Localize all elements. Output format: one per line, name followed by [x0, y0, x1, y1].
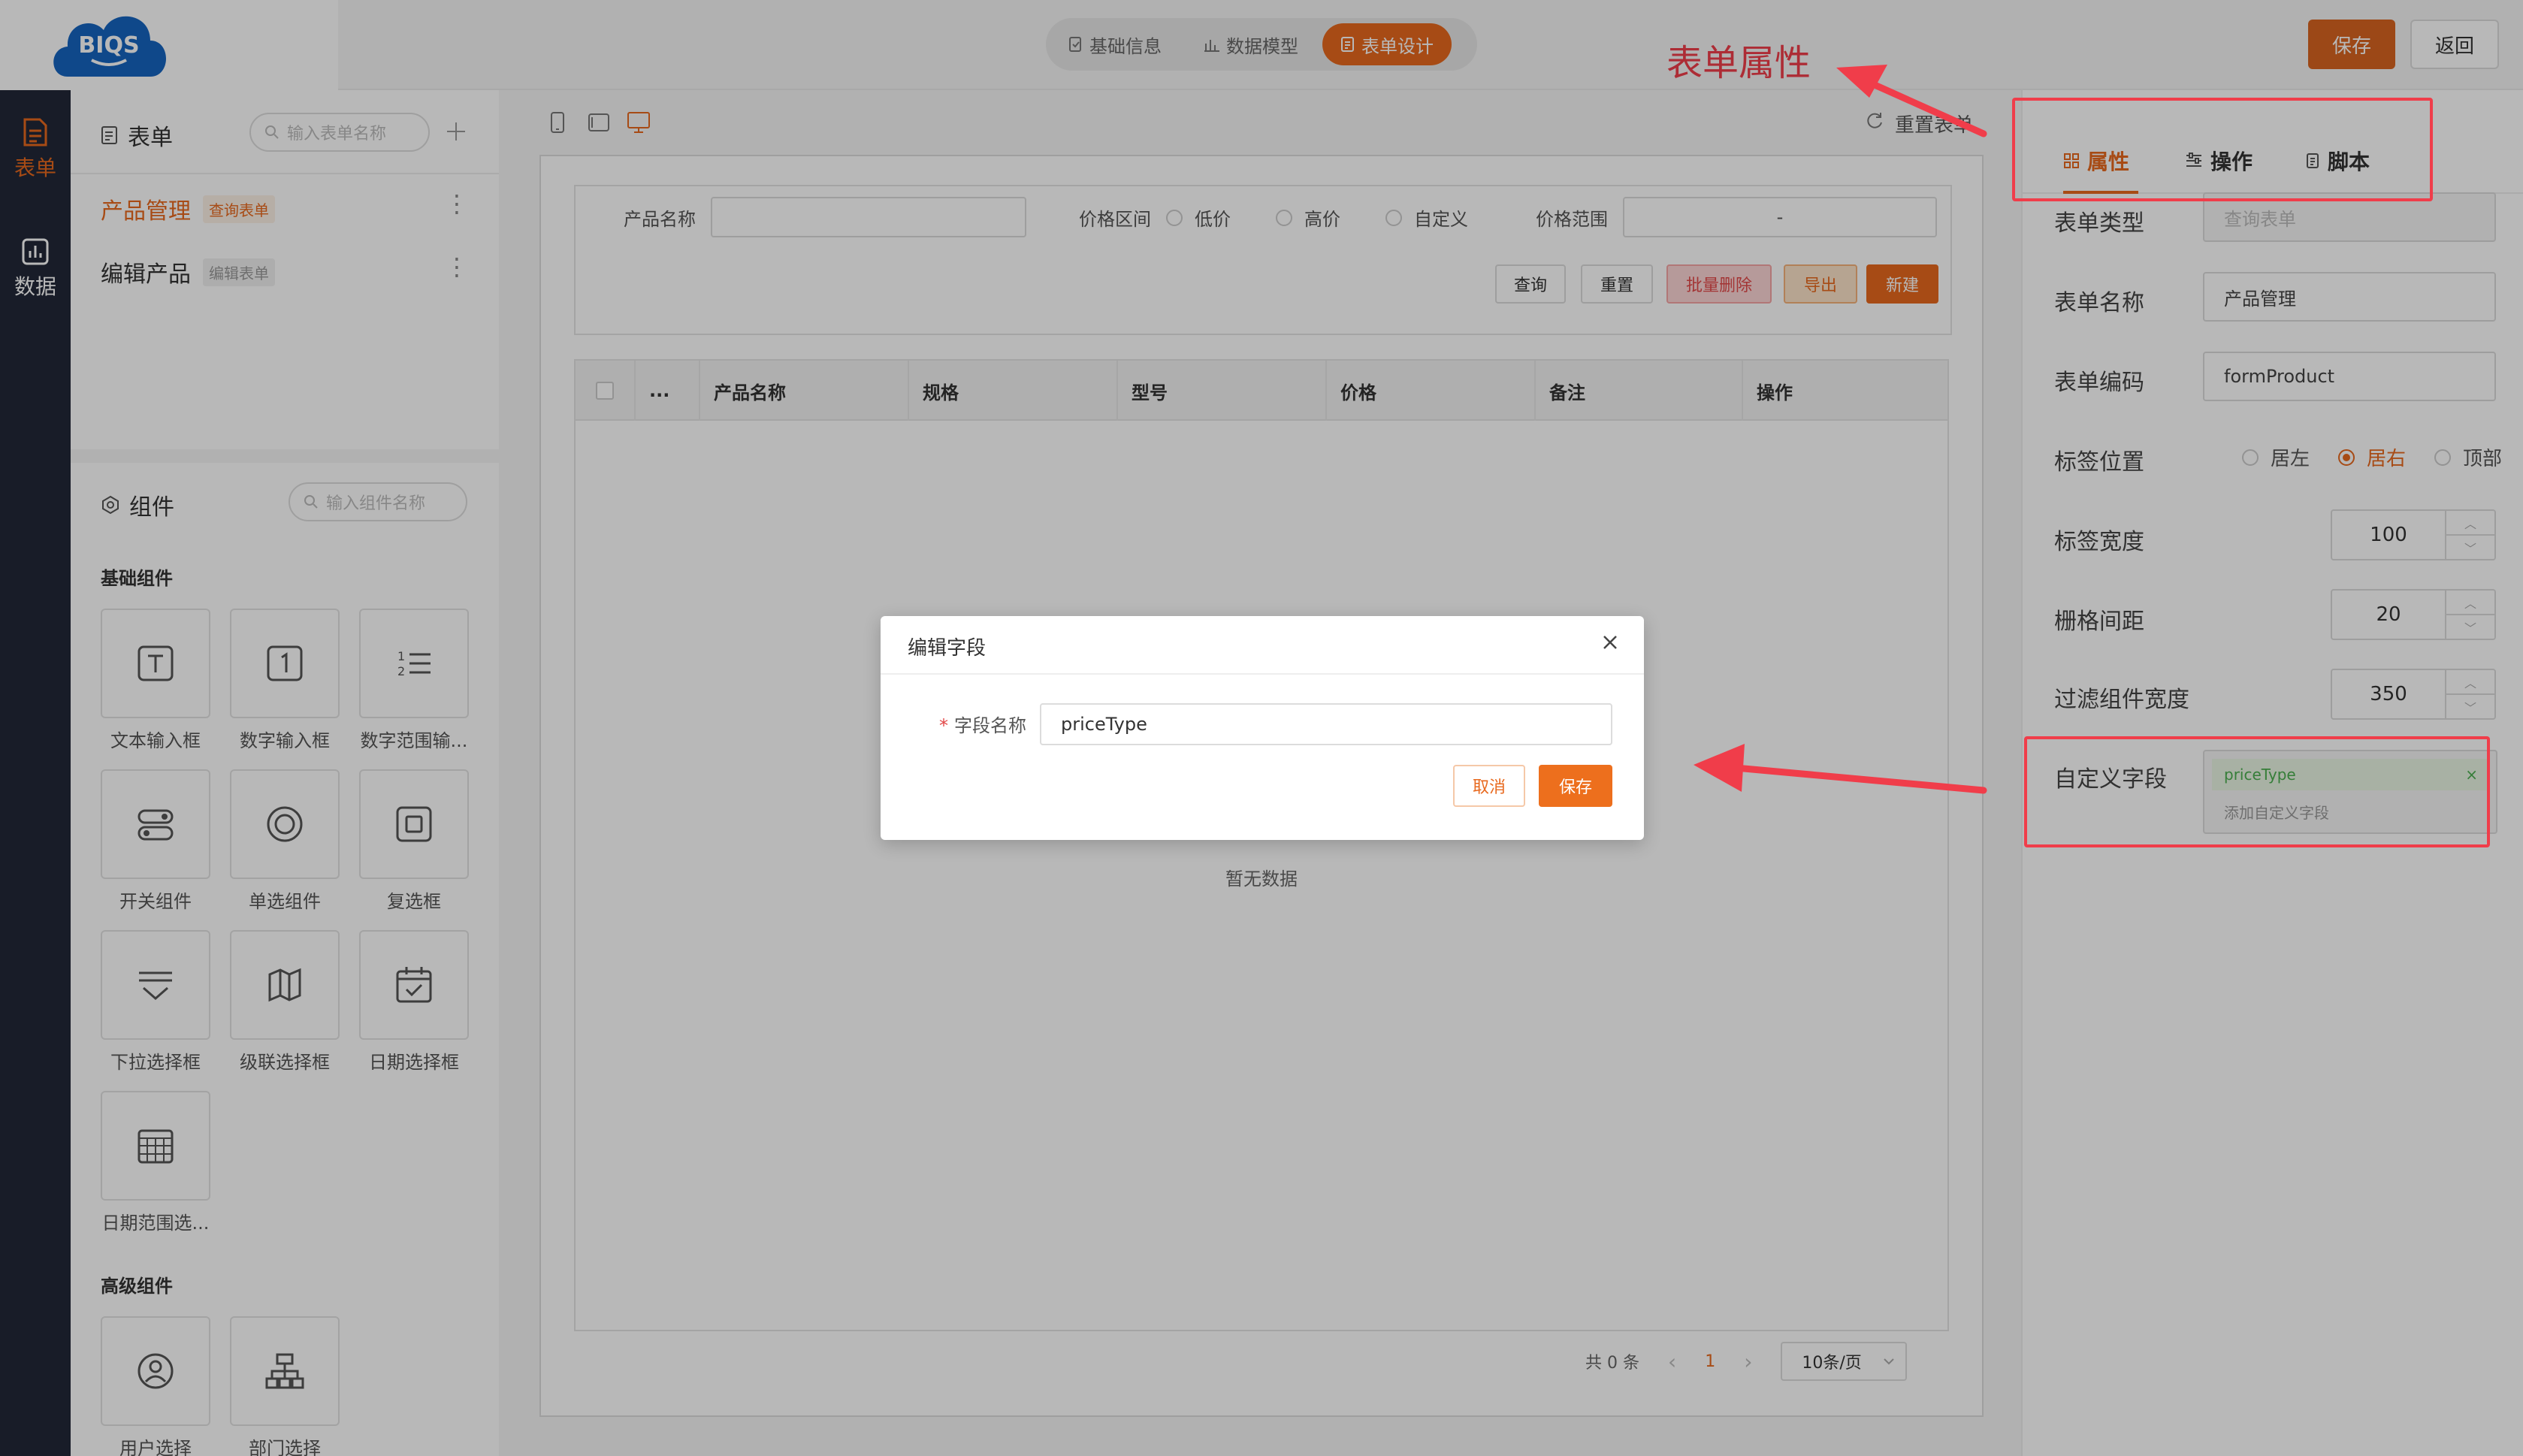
- arrow-to-dialog-annotation: [1694, 744, 1987, 794]
- arrow-to-title-annotation: [1836, 65, 1987, 137]
- annotation-arrows: [1694, 65, 1987, 794]
